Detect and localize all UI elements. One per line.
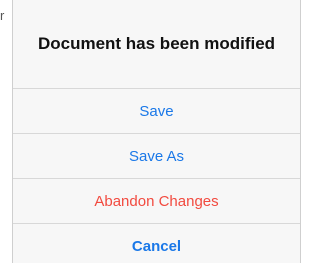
screen: r Document has been modified Save Save A…	[0, 0, 306, 263]
background-text-fragment: r	[0, 8, 5, 23]
abandon-changes-button[interactable]: Abandon Changes	[13, 178, 300, 223]
action-sheet-title: Document has been modified	[37, 34, 276, 53]
cancel-button[interactable]: Cancel	[13, 223, 300, 263]
action-sheet: Document has been modified Save Save As …	[12, 0, 301, 263]
save-button[interactable]: Save	[13, 88, 300, 133]
save-as-button[interactable]: Save As	[13, 133, 300, 178]
